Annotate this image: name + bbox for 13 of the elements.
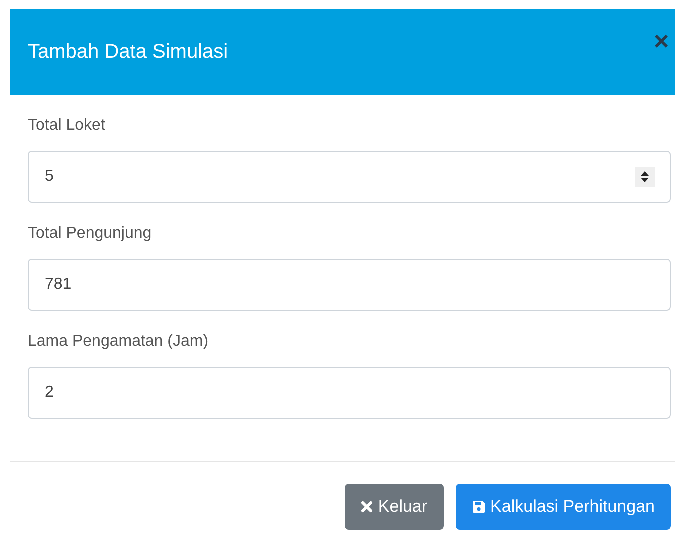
modal-title: Tambah Data Simulasi	[28, 40, 228, 64]
input-field[interactable]: 781	[28, 259, 671, 311]
exit-button[interactable]: Keluar	[345, 484, 444, 530]
field-label: Lama Pengamatan (Jam)	[28, 333, 210, 351]
field-label: Total Loket	[28, 117, 106, 135]
save-button[interactable]: Kalkulasi Perhitungan	[456, 484, 671, 530]
input-field[interactable]: 2	[28, 367, 671, 419]
spinner-icon[interactable]	[635, 167, 655, 187]
close-icon	[361, 501, 374, 513]
save-icon	[472, 500, 486, 514]
input-field[interactable]: 5	[28, 151, 671, 203]
field-label: Total Pengunjung	[28, 225, 153, 243]
close-button[interactable]: ×	[654, 28, 669, 54]
